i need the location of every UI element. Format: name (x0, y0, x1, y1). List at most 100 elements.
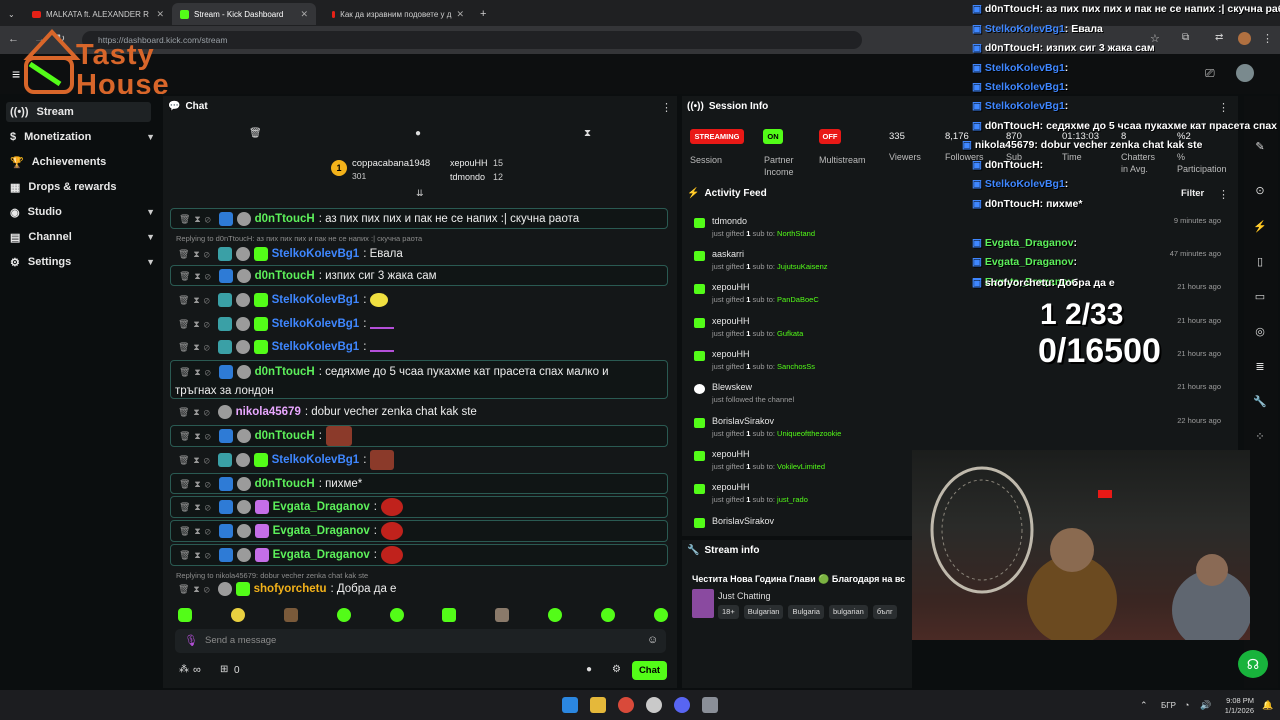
chat-send-button[interactable]: Chat (632, 661, 667, 680)
tv-icon[interactable]: ⎚ (1205, 66, 1215, 81)
multistream-toggle[interactable]: OFF (819, 129, 841, 144)
stream-icon[interactable]: ◎ (1252, 325, 1268, 341)
activity-feed-item[interactable]: BorislavSirakov just gifted 1 sub to: Uni… (694, 416, 1229, 448)
chat-username[interactable]: Evgata_Draganov (273, 548, 370, 562)
chat-message[interactable]: 🗑⧗⊘ StelkoKolevBg1: (170, 290, 668, 310)
chat-message[interactable]: 🗑⧗⊘ Evgata_Draganov: (170, 496, 668, 518)
expand-icon[interactable]: ⇊ (416, 188, 424, 199)
clock-time[interactable]: 9:08 PM (1222, 696, 1254, 705)
activity-feed-item[interactable]: Blewskew just followed the channel 21 hour… (694, 382, 1229, 414)
clock-date[interactable]: 1/1/2026 (1220, 706, 1254, 715)
trash-icon[interactable]: 🗑 (249, 128, 262, 139)
emote-icon[interactable] (653, 608, 668, 622)
chat-message[interactable]: 🗑⧗⊘ d0nTtoucH: седяхме до 5 чсаа пукахме… (170, 360, 668, 399)
volume-icon[interactable]: 🔊 (1200, 700, 1211, 711)
leader-name[interactable]: хepouHH (450, 158, 488, 168)
leader-name[interactable]: coppacabana1948 (352, 158, 430, 169)
emote-icon[interactable] (495, 608, 510, 622)
file-explorer-icon[interactable] (590, 697, 606, 713)
activity-target[interactable]: NorthStand (777, 229, 815, 238)
emote-icon[interactable] (283, 608, 298, 622)
mod-tools-icons[interactable]: 🗑⧗⊘ (179, 548, 215, 562)
activity-username[interactable]: хepouHH (712, 349, 750, 359)
mod-tools-icons[interactable]: 🗑⧗⊘ (179, 524, 215, 538)
leader-name[interactable]: tdmondo (450, 172, 485, 182)
chat-message[interactable]: 🗑⧗⊘ StelkoKolevBg1: Евала (170, 245, 668, 263)
chat-username[interactable]: StelkoKolevBg1 (272, 293, 360, 307)
emote-icon[interactable] (442, 608, 457, 622)
notification-bell-icon[interactable]: 🔔 (1262, 700, 1273, 711)
chrome-icon[interactable] (618, 697, 634, 713)
tag-chip[interactable]: бълг (872, 605, 897, 619)
language-indicator[interactable]: БГР (1161, 701, 1176, 710)
chat-username[interactable]: d0nTtoucH (255, 269, 315, 283)
chat-message[interactable]: 🗑⧗⊘ d0nTtoucH: аз пих пих пих и пак не с… (170, 208, 668, 229)
activity-username[interactable]: хepouHH (712, 316, 750, 326)
activity-username[interactable]: tdmondo (712, 216, 747, 226)
user-avatar[interactable] (1236, 64, 1254, 82)
category-name[interactable]: Just Chatting (718, 591, 771, 601)
mod-tools-icons[interactable]: 🗑⧗⊘ (178, 453, 214, 467)
activity-target[interactable]: PanDaBoeC (777, 295, 819, 304)
chat-username[interactable]: Evgata_Draganov (273, 524, 370, 538)
emote-icon[interactable] (389, 608, 404, 622)
windows-start-icon[interactable] (562, 697, 578, 713)
target-icon[interactable]: ⊙ (1252, 184, 1268, 200)
gear-icon[interactable]: ⚙ (612, 664, 621, 675)
mod-tools-icons[interactable]: 🗑⧗⊘ (178, 247, 214, 261)
sidebar-item-monetization[interactable]: $ Monetization ▼ (10, 127, 155, 147)
wifi-icon[interactable]: ◔ (1184, 700, 1189, 710)
apps-icon[interactable]: ⁘ (1252, 430, 1268, 446)
close-icon[interactable]: ✕ (300, 9, 308, 20)
chat-users-icon[interactable]: ● (586, 664, 592, 675)
activity-username[interactable]: Blewskew (712, 382, 752, 392)
url-input[interactable]: https://dashboard.kick.com/stream (82, 31, 862, 49)
partner-income-toggle[interactable]: ON (763, 129, 783, 144)
emote-icon[interactable] (178, 608, 192, 622)
tag-chip[interactable]: Bulgarian (743, 605, 784, 619)
new-tab-button[interactable]: + (472, 3, 492, 25)
mod-tools-icons[interactable]: 🗑⧗⊘ (178, 582, 214, 596)
tag-chip[interactable]: 18+ (718, 605, 739, 619)
filter-button[interactable]: Filter (1181, 188, 1204, 199)
chat-icon[interactable]: ● (415, 128, 421, 139)
mod-tools-icons[interactable]: 🗑⧗⊘ (179, 477, 215, 491)
activity-target[interactable]: just_rado (777, 495, 808, 504)
microphone-icon[interactable]: 🎙 (184, 634, 198, 647)
chat-username[interactable]: nikola45679 (236, 405, 301, 419)
mod-tools-icons[interactable]: 🗑⧗⊘ (179, 212, 215, 226)
mod-tools-icons[interactable]: 🗑⧗⊘ (178, 405, 214, 419)
emote-icon[interactable] (336, 608, 351, 622)
sidebar-item-studio[interactable]: ◉ Studio ▼ (10, 202, 155, 222)
activity-username[interactable]: хepouHH (712, 449, 750, 459)
support-chat-button[interactable]: ☊ (1238, 650, 1268, 678)
chat-message[interactable]: 🗑⧗⊘ shofyorchetu: Добра да е (170, 580, 668, 598)
stream-title[interactable]: Честита Нова Година Глави 🟢 Благодаря на… (692, 574, 912, 585)
sidebar-item-settings[interactable]: ⚙ Settings ▼ (10, 252, 155, 272)
mod-tools-icons[interactable]: 🗑⧗⊘ (179, 500, 215, 514)
obs-icon[interactable] (646, 697, 662, 713)
activity-feed-item[interactable]: хepouHH just gifted 1 sub to: PanDaBoeC 21… (694, 282, 1229, 314)
activity-target[interactable]: VokilevLimited (777, 462, 825, 471)
activity-target[interactable]: JujutsuKaisenz (777, 262, 827, 271)
bolt-icon[interactable]: ⚡ (1252, 220, 1268, 236)
emoji-picker-icon[interactable]: ☺ (647, 634, 658, 646)
chat-username[interactable]: d0nTtoucH (255, 212, 315, 226)
mod-tools-icons[interactable]: 🗑⧗⊘ (179, 429, 215, 443)
activity-feed-item[interactable]: aaskarri just gifted 1 sub to: JujutsuKai… (694, 249, 1229, 281)
activity-menu-icon[interactable]: ⋮ (1218, 188, 1229, 201)
chat-icon[interactable]: ▭ (1252, 290, 1268, 306)
wrench-icon[interactable]: 🔧 (1252, 395, 1268, 411)
chat-username[interactable]: Evgata_Draganov (273, 500, 370, 514)
hamburger-menu-icon[interactable]: ≡ (12, 66, 20, 82)
activity-target[interactable]: Uniqueoftthezookie (777, 429, 841, 438)
activity-username[interactable]: хepouHH (712, 282, 750, 292)
chat-message[interactable]: 🗑⧗⊘ d0nTtoucH: пихме* (170, 473, 668, 494)
chat-menu-icon[interactable]: ⋮ (661, 101, 672, 114)
tag-chip[interactable]: Bulgaria (788, 605, 824, 619)
mod-tools-icons[interactable]: 🗑⧗⊘ (178, 340, 214, 354)
tab-search-icon[interactable]: ⇄ (1215, 32, 1223, 43)
sidebar-item-drops[interactable]: ▦ Drops & rewards (10, 177, 155, 197)
sidebar-item-achievements[interactable]: 🏆 Achievements (10, 152, 155, 172)
activity-username[interactable]: BorislavSirakov (712, 416, 774, 426)
